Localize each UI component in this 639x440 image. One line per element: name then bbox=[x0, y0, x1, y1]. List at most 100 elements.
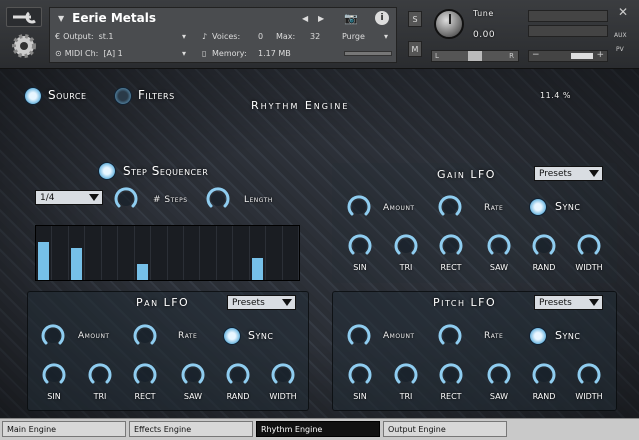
pitch-lfo-rand-knob[interactable] bbox=[531, 362, 557, 388]
gain-rate-knob[interactable] bbox=[437, 194, 463, 220]
pv-button[interactable]: PV bbox=[616, 46, 624, 53]
source-label[interactable]: Source bbox=[48, 88, 87, 102]
pitch-sync-radio[interactable] bbox=[529, 327, 547, 345]
gain-sync-radio[interactable] bbox=[529, 198, 547, 216]
gain-lfo-rand-knob[interactable] bbox=[531, 233, 557, 259]
step-cell[interactable] bbox=[249, 226, 267, 280]
pitch-presets-label: Presets bbox=[539, 297, 572, 308]
pan-lfo-sin-knob[interactable] bbox=[41, 362, 67, 388]
pan-lfo-rect-knob[interactable] bbox=[132, 362, 158, 388]
output-dropdown-icon[interactable]: ▾ bbox=[182, 32, 186, 41]
pan-rate-knob[interactable] bbox=[132, 323, 158, 349]
pan-handle[interactable] bbox=[468, 51, 482, 61]
next-instrument-icon[interactable]: ▶ bbox=[318, 14, 324, 23]
step-cell[interactable] bbox=[200, 226, 217, 280]
pitch-sync-label[interactable]: Sync bbox=[555, 329, 580, 342]
filters-radio[interactable] bbox=[114, 87, 132, 105]
step-sequencer-radio[interactable] bbox=[98, 162, 116, 180]
gain-lfo-tri-knob[interactable] bbox=[393, 233, 419, 259]
pan-sync-radio[interactable] bbox=[223, 327, 241, 345]
length-label: Length bbox=[244, 195, 273, 205]
step-cell[interactable] bbox=[134, 226, 152, 280]
plus-icon: + bbox=[596, 50, 604, 60]
source-radio[interactable] bbox=[24, 87, 42, 105]
step-cell[interactable] bbox=[167, 226, 184, 280]
pitch-lfo-rand-label: RAND bbox=[532, 392, 556, 401]
gain-sync-label[interactable]: Sync bbox=[555, 200, 580, 213]
max-label: Max: bbox=[276, 31, 296, 41]
tab-effects-engine[interactable]: Effects Engine bbox=[129, 421, 253, 437]
minus-icon: − bbox=[532, 50, 540, 60]
midi-channel-value[interactable]: [A] 1 bbox=[103, 49, 122, 58]
pitch-presets-dropdown[interactable]: Presets bbox=[534, 295, 603, 310]
pitch-lfo-width-knob[interactable] bbox=[576, 362, 602, 388]
step-cell[interactable] bbox=[101, 226, 119, 280]
pan-lfo-tri-knob[interactable] bbox=[87, 362, 113, 388]
pan-amount-knob[interactable] bbox=[40, 323, 66, 349]
camera-icon[interactable]: 📷 bbox=[344, 12, 358, 25]
wrench-icon[interactable] bbox=[6, 7, 42, 27]
mute-button[interactable]: M bbox=[408, 41, 422, 57]
midi-dropdown-icon[interactable]: ▾ bbox=[182, 49, 186, 58]
collapse-arrow-icon[interactable]: ▼ bbox=[58, 14, 64, 23]
pitch-lfo-sin-knob[interactable] bbox=[347, 362, 373, 388]
purge-dropdown-icon[interactable]: ▾ bbox=[384, 32, 388, 41]
pan-lfo-saw-label: SAW bbox=[183, 392, 203, 401]
pitch-lfo-rect-knob[interactable] bbox=[438, 362, 464, 388]
voices-label: Voices: bbox=[212, 31, 241, 41]
steps-knob[interactable] bbox=[113, 186, 139, 212]
gain-lfo-sin-knob[interactable] bbox=[347, 233, 373, 259]
pan-presets-dropdown[interactable]: Presets bbox=[227, 295, 296, 310]
sequencer-rate-dropdown[interactable]: 1/4 bbox=[35, 190, 103, 205]
tab-rhythm-engine[interactable]: Rhythm Engine bbox=[256, 421, 380, 437]
gain-lfo-width-knob[interactable] bbox=[576, 233, 602, 259]
volume-handle[interactable] bbox=[571, 53, 593, 59]
step-cell[interactable] bbox=[36, 226, 53, 280]
pan-lfo-width-knob[interactable] bbox=[270, 362, 296, 388]
gain-lfo-rect-knob[interactable] bbox=[438, 233, 464, 259]
step-cell[interactable] bbox=[233, 226, 250, 280]
tune-knob[interactable] bbox=[434, 9, 464, 39]
step-cell[interactable] bbox=[68, 226, 86, 280]
pan-left-label: L bbox=[435, 52, 439, 60]
pan-lfo-saw-knob[interactable] bbox=[180, 362, 206, 388]
aux-button[interactable]: AUX bbox=[614, 32, 627, 39]
gain-lfo-saw-knob[interactable] bbox=[486, 233, 512, 259]
step-cell[interactable] bbox=[151, 226, 168, 280]
solo-button[interactable]: S bbox=[408, 11, 422, 27]
step-grid[interactable] bbox=[35, 225, 300, 281]
step-cell[interactable] bbox=[216, 226, 234, 280]
max-voices-value[interactable]: 32 bbox=[310, 32, 320, 41]
output-value[interactable]: st.1 bbox=[99, 32, 114, 41]
step-cell[interactable] bbox=[282, 226, 299, 280]
pitch-lfo-saw-knob[interactable] bbox=[486, 362, 512, 388]
prev-instrument-icon[interactable]: ◀ bbox=[302, 14, 308, 23]
step-cell[interactable] bbox=[52, 226, 69, 280]
step-cell[interactable] bbox=[85, 226, 102, 280]
volume-slider[interactable]: − + bbox=[528, 50, 608, 62]
step-cell[interactable] bbox=[118, 226, 135, 280]
pan-sync-label[interactable]: Sync bbox=[248, 329, 273, 342]
filters-label[interactable]: Filters bbox=[138, 88, 175, 102]
pitch-amount-knob[interactable] bbox=[346, 323, 372, 349]
length-knob[interactable] bbox=[205, 186, 231, 212]
step-cell[interactable] bbox=[266, 226, 283, 280]
gain-amount-knob[interactable] bbox=[346, 194, 372, 220]
gear-icon[interactable] bbox=[6, 30, 42, 62]
instrument-name[interactable]: Eerie Metals bbox=[72, 11, 156, 25]
info-icon[interactable]: i bbox=[375, 11, 389, 25]
gain-presets-dropdown[interactable]: Presets bbox=[534, 166, 603, 181]
voices-icon: ♪ bbox=[202, 31, 208, 41]
pan-slider[interactable]: L R bbox=[431, 50, 519, 62]
tab-main-engine[interactable]: Main Engine bbox=[2, 421, 126, 437]
memory-value: 1.17 MB bbox=[258, 48, 291, 58]
pitch-rate-knob[interactable] bbox=[437, 323, 463, 349]
step-bar bbox=[70, 247, 83, 280]
dropdown-arrow-icon bbox=[282, 299, 292, 306]
purge-button[interactable]: Purge bbox=[342, 32, 365, 41]
step-cell[interactable] bbox=[183, 226, 201, 280]
pitch-lfo-tri-knob[interactable] bbox=[393, 362, 419, 388]
tab-output-engine[interactable]: Output Engine bbox=[383, 421, 507, 437]
close-icon[interactable]: ✕ bbox=[618, 5, 628, 19]
pan-lfo-rand-knob[interactable] bbox=[225, 362, 251, 388]
